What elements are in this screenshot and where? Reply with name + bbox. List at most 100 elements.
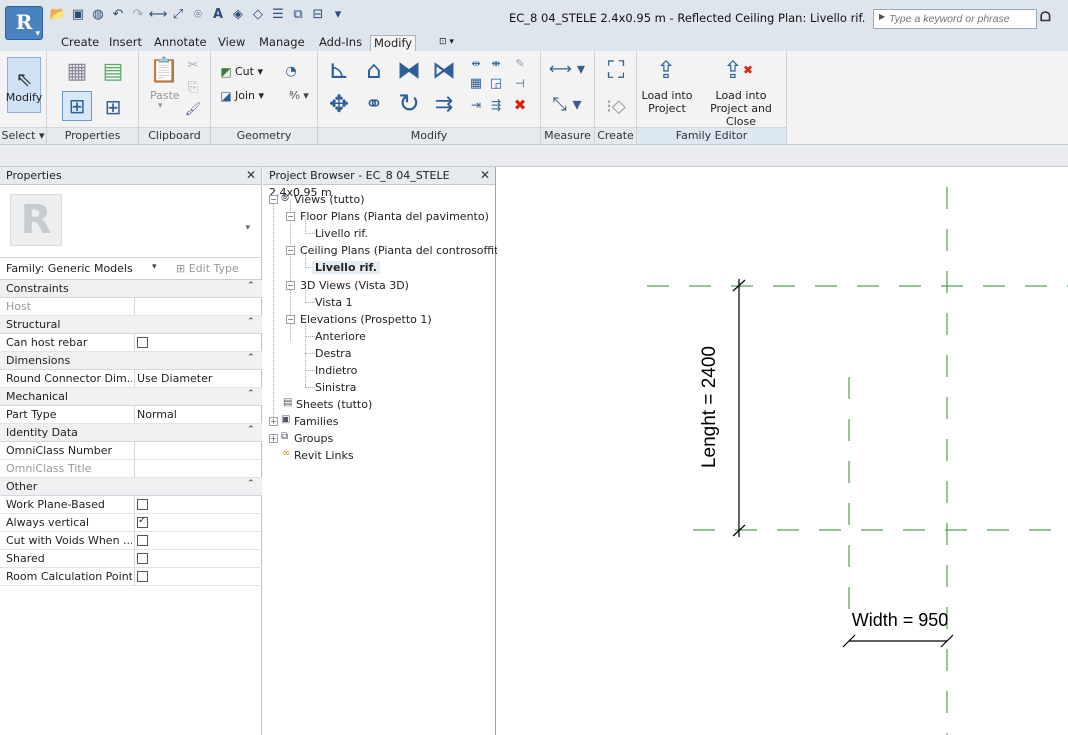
tree-revit-links[interactable]: Revit Links <box>294 449 354 462</box>
switch-windows-icon[interactable]: ⊟ <box>310 6 326 22</box>
property-value-cell[interactable]: Use Diameter <box>134 370 262 387</box>
cut-geometry-button[interactable]: Cut ▾ <box>235 65 263 78</box>
tree-families[interactable]: Families <box>294 415 338 428</box>
collapse-toggle[interactable]: − <box>269 195 278 204</box>
pin-icon[interactable]: ⊣ <box>512 75 528 91</box>
close-icon[interactable]: ✕ <box>246 167 256 184</box>
search-box[interactable]: ▶ <box>873 9 1037 29</box>
property-checkbox[interactable] <box>137 337 148 348</box>
tree-groups[interactable]: Groups <box>294 432 333 445</box>
contextual-tab-toggle-icon[interactable]: ⊡ ▾ <box>436 35 457 51</box>
tree-destra[interactable]: Destra <box>315 347 352 360</box>
thin-lines-icon[interactable]: ☰ <box>270 6 286 22</box>
paste-icon[interactable]: 📋 <box>149 55 179 85</box>
family-types-icon[interactable]: ▦ <box>63 57 91 85</box>
close-hidden-icon[interactable]: ⧉ <box>290 6 306 22</box>
mirror-draw-axis-icon[interactable]: ⧒ <box>429 55 459 85</box>
split-gap-icon[interactable]: ⇼ <box>488 55 504 71</box>
modify-button[interactable]: ⇖ Modify <box>6 57 42 113</box>
property-checkbox[interactable] <box>137 535 148 546</box>
save-icon[interactable]: ▣ <box>70 6 86 22</box>
load-into-project-and-close-button[interactable]: Load into Project and Close <box>695 89 787 128</box>
tree-floor-plans[interactable]: Floor Plans (Pianta del pavimento) <box>300 210 489 223</box>
text-quick-icon[interactable]: A <box>210 6 226 22</box>
type-selector[interactable]: R ▾ <box>0 185 262 258</box>
property-value[interactable]: Use Diameter <box>137 372 212 385</box>
family-filter[interactable]: Family: Generic Models <box>6 262 133 275</box>
undo-icon[interactable]: ↶ <box>110 6 126 22</box>
tree-ceiling-livello[interactable]: Livello rif. <box>312 261 380 274</box>
split-face-icon[interactable]: ⁸⁄₀ ▾ <box>285 87 313 103</box>
redo-icon[interactable]: ↷ <box>130 6 146 22</box>
join-geometry-button[interactable]: Join ▾ <box>235 89 264 102</box>
property-value-cell[interactable] <box>134 442 262 459</box>
paste-dropdown-icon[interactable]: ▾ <box>158 101 163 111</box>
property-value-cell[interactable] <box>134 496 262 513</box>
collapse-category-icon[interactable]: ⌃ <box>247 317 255 327</box>
tree-sheets[interactable]: Sheets (tutto) <box>296 398 372 411</box>
collapse-toggle[interactable]: − <box>286 315 295 324</box>
tree-vista-1[interactable]: Vista 1 <box>315 296 353 309</box>
drawing-canvas[interactable]: Lenght = 2400 Width = 950 <box>497 167 1068 735</box>
tab-insert[interactable]: Insert <box>106 35 145 51</box>
tag-quick-icon[interactable]: ⌾ <box>190 6 206 22</box>
family-dropdown-icon[interactable]: ▾ <box>152 262 157 272</box>
tab-view[interactable]: View <box>215 35 248 51</box>
unpin-icon[interactable]: ✎ <box>512 55 528 71</box>
expand-toggle[interactable]: + <box>269 434 278 443</box>
property-value-cell[interactable] <box>134 550 262 567</box>
collapse-category-icon[interactable]: ⌃ <box>247 353 255 363</box>
tab-annotate[interactable]: Annotate <box>151 35 210 51</box>
cut-clipboard-icon[interactable]: ✂ <box>185 57 201 73</box>
collapse-category-icon[interactable]: ⌃ <box>247 281 255 291</box>
match-properties-icon[interactable]: 🖌 <box>185 101 202 117</box>
tree-3d-views[interactable]: 3D Views (Vista 3D) <box>300 279 409 292</box>
cut-geometry-icon[interactable]: ◩ <box>219 65 233 79</box>
search-input[interactable] <box>889 11 1034 27</box>
copy-element-icon[interactable]: ⚭ <box>359 89 389 119</box>
measure-between-icon[interactable]: ⟷ ▾ <box>547 57 587 79</box>
tree-sinistra[interactable]: Sinistra <box>315 381 356 394</box>
tree-indietro[interactable]: Indietro <box>315 364 357 377</box>
property-value-cell[interactable] <box>134 298 262 315</box>
collapse-category-icon[interactable]: ⌃ <box>247 389 255 399</box>
measure-quick-icon[interactable]: ⟷ <box>149 6 168 22</box>
align-icon[interactable]: ⊾ <box>324 55 354 85</box>
copy-icon[interactable]: ⎘ <box>185 79 201 95</box>
trim-single-icon[interactable]: ⇥ <box>468 97 484 113</box>
join-geometry-icon[interactable]: ◪ <box>219 89 233 103</box>
collapse-category-icon[interactable]: ⌃ <box>247 425 255 435</box>
array-icon[interactable]: ▦ <box>468 75 484 91</box>
wall-joins-icon[interactable]: ◔ <box>283 63 299 79</box>
load-into-project-button[interactable]: Load into Project <box>639 89 695 115</box>
collapse-toggle[interactable]: − <box>286 281 295 290</box>
aligned-dimension-icon[interactable]: ⤡ ▾ <box>547 91 587 117</box>
tree-floor-livello[interactable]: Livello rif. <box>315 227 368 240</box>
collapse-category-icon[interactable]: ⌃ <box>247 479 255 489</box>
search-expand-icon[interactable]: ▶ <box>879 12 885 21</box>
sync-icon[interactable]: ◍ <box>90 6 106 22</box>
family-category-icon[interactable]: ▤ <box>99 57 127 85</box>
move-icon[interactable]: ✥ <box>324 89 354 119</box>
load-into-project-and-close-icon[interactable]: ⇪ ✖ <box>723 55 753 85</box>
application-menu-button[interactable]: R ▾ <box>5 6 43 40</box>
customize-qat-icon[interactable]: ▾ <box>330 6 346 22</box>
create-similar-icon[interactable]: ⁝◇ <box>601 91 631 121</box>
property-value-cell[interactable] <box>134 334 262 351</box>
property-value-cell[interactable] <box>134 460 262 477</box>
tab-add-ins[interactable]: Add-Ins <box>316 35 365 51</box>
property-value-cell[interactable] <box>134 568 262 585</box>
edit-type-button[interactable]: ⊞ Edit Type <box>176 262 239 275</box>
tree-ceiling-plans[interactable]: Ceiling Plans (Pianta del controsoffitto <box>300 244 510 257</box>
collapse-toggle[interactable]: − <box>286 212 295 221</box>
property-value-cell[interactable]: Normal <box>134 406 262 423</box>
drawing-area[interactable]: Lenght = 2400 Width = 950 <box>497 167 1068 735</box>
dimension-quick-icon[interactable]: ⤢ <box>170 6 186 22</box>
offset-icon[interactable]: ⌂ <box>359 55 389 85</box>
tree-anteriore[interactable]: Anteriore <box>315 330 366 343</box>
property-checkbox[interactable] <box>137 515 148 528</box>
tree-views[interactable]: Views (tutto) <box>294 193 365 206</box>
section-quick-icon[interactable]: ◇ <box>250 6 266 22</box>
tab-create[interactable]: Create <box>58 35 102 51</box>
type-properties-icon[interactable]: ⊞ <box>99 93 127 121</box>
